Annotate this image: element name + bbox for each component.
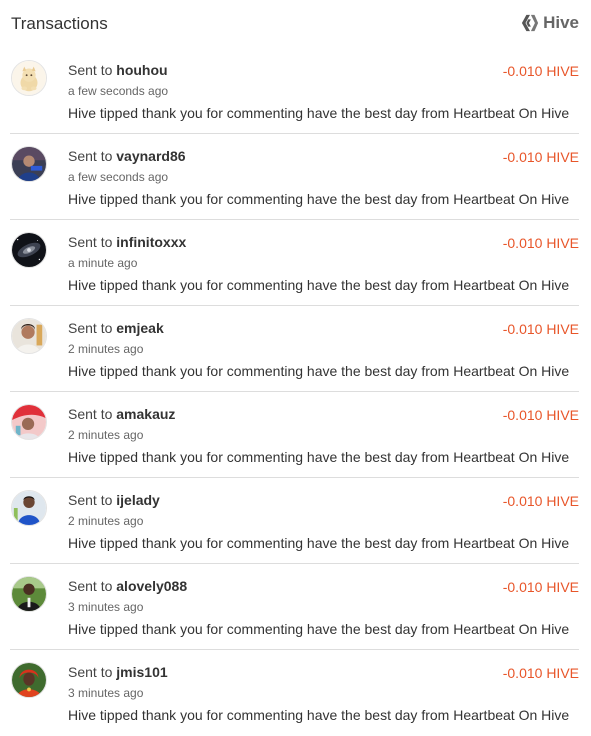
sent-to-label: Sent to: [68, 406, 113, 422]
recipient-username[interactable]: vaynard86: [116, 148, 185, 164]
memo-text: Hive tipped thank you for commenting hav…: [68, 105, 570, 121]
sent-to-label: Sent to: [68, 234, 113, 250]
transaction-row[interactable]: Sent to ijelady 2 minutes ago Hive tippe…: [10, 478, 579, 564]
sent-to-label: Sent to: [68, 578, 113, 594]
amount: -0.010 HIVE: [502, 321, 579, 337]
transactions-header: Transactions Hive: [0, 0, 591, 48]
user-avatar-icon[interactable]: [11, 404, 47, 440]
recipient-username[interactable]: ijelady: [116, 492, 160, 508]
transaction-list: Sent to houhou a few seconds ago Hive ti…: [0, 48, 591, 736]
recipient-line: Sent to emjeak: [68, 320, 164, 336]
user-avatar-icon[interactable]: [11, 318, 47, 354]
memo-text: Hive tipped thank you for commenting hav…: [68, 191, 570, 207]
transaction-row[interactable]: Sent to houhou a few seconds ago Hive ti…: [10, 48, 579, 134]
amount: -0.010 HIVE: [502, 63, 579, 79]
galaxy-avatar-icon[interactable]: [11, 232, 47, 268]
transaction-row[interactable]: Sent to jmis101 3 minutes ago Hive tippe…: [10, 650, 579, 736]
amount: -0.010 HIVE: [502, 407, 579, 423]
sent-to-label: Sent to: [68, 320, 113, 336]
user-avatar-icon[interactable]: [11, 576, 47, 612]
timestamp: 3 minutes ago: [68, 686, 144, 700]
timestamp: a few seconds ago: [68, 84, 169, 98]
recipient-line: Sent to ijelady: [68, 492, 160, 508]
amount: -0.010 HIVE: [502, 579, 579, 595]
amount: -0.010 HIVE: [502, 665, 579, 681]
timestamp: 2 minutes ago: [68, 342, 144, 356]
recipient-username[interactable]: houhou: [116, 62, 167, 78]
memo-text: Hive tipped thank you for commenting hav…: [68, 535, 570, 551]
recipient-line: Sent to amakauz: [68, 406, 175, 422]
timestamp: 2 minutes ago: [68, 514, 144, 528]
timestamp: 2 minutes ago: [68, 428, 144, 442]
transaction-row[interactable]: Sent to vaynard86 a few seconds ago Hive…: [10, 134, 579, 220]
transaction-row[interactable]: Sent to emjeak 2 minutes ago Hive tipped…: [10, 306, 579, 392]
timestamp: 3 minutes ago: [68, 600, 144, 614]
sent-to-label: Sent to: [68, 62, 113, 78]
user-avatar-icon[interactable]: [11, 662, 47, 698]
recipient-username[interactable]: infinitoxxx: [116, 234, 186, 250]
transaction-row[interactable]: Sent to infinitoxxx a minute ago Hive ti…: [10, 220, 579, 306]
transaction-row[interactable]: Sent to alovely088 3 minutes ago Hive ti…: [10, 564, 579, 650]
recipient-username[interactable]: amakauz: [116, 406, 175, 422]
timestamp: a minute ago: [68, 256, 138, 270]
recipient-line: Sent to jmis101: [68, 664, 168, 680]
amount: -0.010 HIVE: [502, 235, 579, 251]
sent-to-label: Sent to: [68, 492, 113, 508]
user-avatar-icon[interactable]: [11, 146, 47, 182]
recipient-line: Sent to alovely088: [68, 578, 187, 594]
page-title: Transactions: [11, 14, 108, 33]
hive-logo-icon: [521, 14, 539, 32]
amount: -0.010 HIVE: [502, 149, 579, 165]
cat-avatar-icon[interactable]: [11, 60, 47, 96]
user-avatar-icon[interactable]: [11, 490, 47, 526]
hive-brand[interactable]: Hive: [521, 13, 579, 33]
sent-to-label: Sent to: [68, 148, 113, 164]
timestamp: a few seconds ago: [68, 170, 169, 184]
recipient-username[interactable]: jmis101: [116, 664, 167, 680]
recipient-line: Sent to vaynard86: [68, 148, 186, 164]
amount: -0.010 HIVE: [502, 493, 579, 509]
brand-label: Hive: [543, 13, 579, 32]
transaction-row[interactable]: Sent to amakauz 2 minutes ago Hive tippe…: [10, 392, 579, 478]
recipient-username[interactable]: alovely088: [116, 578, 187, 594]
recipient-line: Sent to houhou: [68, 62, 168, 78]
memo-text: Hive tipped thank you for commenting hav…: [68, 449, 570, 465]
recipient-username[interactable]: emjeak: [116, 320, 163, 336]
memo-text: Hive tipped thank you for commenting hav…: [68, 707, 570, 723]
recipient-line: Sent to infinitoxxx: [68, 234, 186, 250]
memo-text: Hive tipped thank you for commenting hav…: [68, 621, 570, 637]
memo-text: Hive tipped thank you for commenting hav…: [68, 277, 570, 293]
sent-to-label: Sent to: [68, 664, 113, 680]
memo-text: Hive tipped thank you for commenting hav…: [68, 363, 570, 379]
